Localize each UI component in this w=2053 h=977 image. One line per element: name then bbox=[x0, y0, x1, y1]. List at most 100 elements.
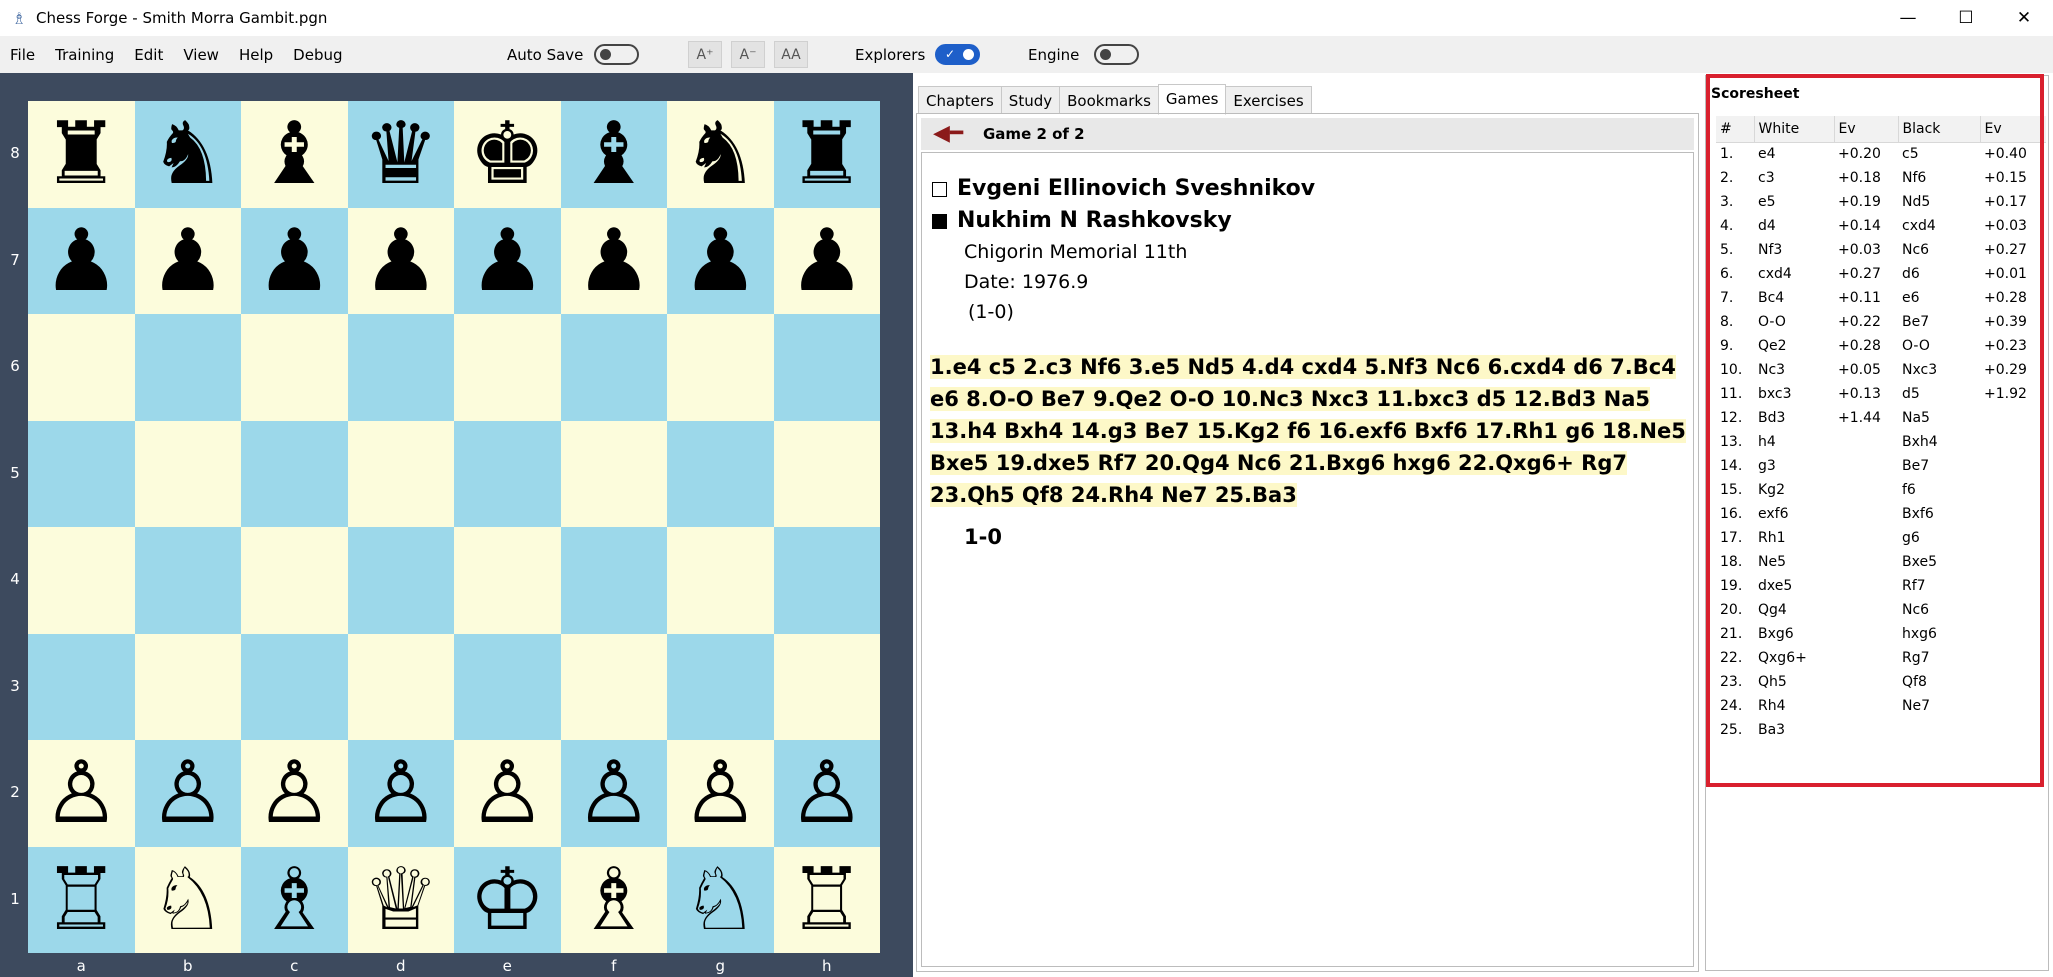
square-f3[interactable] bbox=[560, 633, 667, 740]
square-g3[interactable] bbox=[667, 633, 774, 740]
black-move[interactable]: Bxe5 bbox=[1898, 550, 1980, 574]
black-move[interactable]: cxd4 bbox=[1898, 214, 1980, 238]
square-g8[interactable]: ♞ bbox=[667, 101, 774, 208]
square-d6[interactable] bbox=[347, 314, 454, 421]
tab-exercises[interactable]: Exercises bbox=[1225, 86, 1312, 114]
black-move[interactable]: d6 bbox=[1898, 262, 1980, 286]
square-h4[interactable] bbox=[773, 527, 880, 634]
square-g6[interactable] bbox=[667, 314, 774, 421]
black-move[interactable]: e6 bbox=[1898, 286, 1980, 310]
white-move[interactable]: Rh1 bbox=[1754, 526, 1834, 550]
square-b2[interactable]: ♙ bbox=[134, 740, 241, 847]
white-move[interactable]: d4 bbox=[1754, 214, 1834, 238]
menu-item-file[interactable]: File bbox=[0, 46, 45, 64]
black-move[interactable]: O-O bbox=[1898, 334, 1980, 358]
menu-item-debug[interactable]: Debug bbox=[283, 46, 352, 64]
engine-toggle[interactable] bbox=[1094, 44, 1139, 65]
square-h3[interactable] bbox=[773, 633, 880, 740]
square-e5[interactable] bbox=[454, 420, 561, 527]
square-h7[interactable]: ♟ bbox=[773, 207, 880, 314]
square-a7[interactable]: ♟ bbox=[28, 207, 135, 314]
square-d7[interactable]: ♟ bbox=[347, 207, 454, 314]
white-move[interactable]: Bd3 bbox=[1754, 406, 1834, 430]
square-c2[interactable]: ♙ bbox=[241, 740, 348, 847]
square-e8[interactable]: ♚ bbox=[454, 101, 561, 208]
white-move[interactable]: h4 bbox=[1754, 430, 1834, 454]
square-e6[interactable] bbox=[454, 314, 561, 421]
square-c4[interactable] bbox=[241, 527, 348, 634]
white-move[interactable]: Qg4 bbox=[1754, 598, 1834, 622]
square-c3[interactable] bbox=[241, 633, 348, 740]
black-move[interactable]: Bxh4 bbox=[1898, 430, 1980, 454]
square-b4[interactable] bbox=[134, 527, 241, 634]
square-d5[interactable] bbox=[347, 420, 454, 527]
white-move[interactable]: g3 bbox=[1754, 454, 1834, 478]
square-a3[interactable] bbox=[28, 633, 135, 740]
black-move[interactable]: g6 bbox=[1898, 526, 1980, 550]
black-move[interactable]: Na5 bbox=[1898, 406, 1980, 430]
black-move[interactable]: Ne7 bbox=[1898, 694, 1980, 718]
square-e3[interactable] bbox=[454, 633, 561, 740]
white-move[interactable]: c3 bbox=[1754, 166, 1834, 190]
square-h8[interactable]: ♜ bbox=[773, 101, 880, 208]
autosave-toggle[interactable] bbox=[594, 44, 639, 65]
square-b7[interactable]: ♟ bbox=[134, 207, 241, 314]
menu-item-view[interactable]: View bbox=[173, 46, 229, 64]
explorers-toggle[interactable]: ✓ bbox=[935, 44, 980, 65]
black-move[interactable]: Qf8 bbox=[1898, 670, 1980, 694]
square-d4[interactable] bbox=[347, 527, 454, 634]
maximize-button[interactable]: ☐ bbox=[1937, 0, 1995, 36]
tab-study[interactable]: Study bbox=[1000, 86, 1061, 114]
square-d1[interactable]: ♕ bbox=[347, 846, 454, 953]
square-g1[interactable]: ♘ bbox=[667, 846, 774, 953]
square-e7[interactable]: ♟ bbox=[454, 207, 561, 314]
chess-board[interactable]: ♜ ♞ ♝ ♛ ♚ ♝ ♞ ♜ ♟ ♟ ♟ ♟ ♟ ♟ ♟ ♟ ♙ ♙ ♙ ♙ ♙ ♙ ♙ ♙ ♖ ♘ ♗ ♕ ♔ ♗ ♘ ♖ bbox=[28, 101, 880, 953]
square-g7[interactable]: ♟ bbox=[667, 207, 774, 314]
white-move[interactable]: Qe2 bbox=[1754, 334, 1834, 358]
menu-item-edit[interactable]: Edit bbox=[124, 46, 173, 64]
square-h6[interactable] bbox=[773, 314, 880, 421]
moves-highlight[interactable]: 1.e4 c5 2.c3 Nf6 3.e5 Nd5 4.d4 cxd4 5.Nf… bbox=[930, 355, 1686, 507]
white-move[interactable]: bxc3 bbox=[1754, 382, 1834, 406]
square-d8[interactable]: ♛ bbox=[347, 101, 454, 208]
white-move[interactable]: e4 bbox=[1754, 142, 1834, 166]
white-move[interactable]: Kg2 bbox=[1754, 478, 1834, 502]
square-g2[interactable]: ♙ bbox=[667, 740, 774, 847]
square-a1[interactable]: ♖ bbox=[28, 846, 135, 953]
white-move[interactable]: Nf3 bbox=[1754, 238, 1834, 262]
font-reset-button[interactable]: AA bbox=[774, 41, 808, 68]
square-a8[interactable]: ♜ bbox=[28, 101, 135, 208]
square-f4[interactable] bbox=[560, 527, 667, 634]
black-move[interactable]: Rg7 bbox=[1898, 646, 1980, 670]
square-c5[interactable] bbox=[241, 420, 348, 527]
black-move[interactable]: Nd5 bbox=[1898, 190, 1980, 214]
square-g4[interactable] bbox=[667, 527, 774, 634]
black-move[interactable]: d5 bbox=[1898, 382, 1980, 406]
tab-chapters[interactable]: Chapters bbox=[918, 86, 1002, 114]
square-c6[interactable] bbox=[241, 314, 348, 421]
black-move[interactable]: hxg6 bbox=[1898, 622, 1980, 646]
square-a2[interactable]: ♙ bbox=[28, 740, 135, 847]
square-b6[interactable] bbox=[134, 314, 241, 421]
square-b3[interactable] bbox=[134, 633, 241, 740]
black-move[interactable]: Nc6 bbox=[1898, 238, 1980, 262]
square-b1[interactable]: ♘ bbox=[134, 846, 241, 953]
square-e1[interactable]: ♔ bbox=[454, 846, 561, 953]
white-move[interactable]: exf6 bbox=[1754, 502, 1834, 526]
square-a6[interactable] bbox=[28, 314, 135, 421]
font-decrease-button[interactable]: A⁻ bbox=[731, 41, 765, 68]
black-move[interactable]: Nxc3 bbox=[1898, 358, 1980, 382]
move-text[interactable]: 1.e4 c5 2.c3 Nf6 3.e5 Nd5 4.d4 cxd4 5.Nf… bbox=[930, 351, 1690, 511]
square-h1[interactable]: ♖ bbox=[773, 846, 880, 953]
black-move[interactable]: Nf6 bbox=[1898, 166, 1980, 190]
black-move[interactable]: f6 bbox=[1898, 478, 1980, 502]
square-f2[interactable]: ♙ bbox=[560, 740, 667, 847]
square-c8[interactable]: ♝ bbox=[241, 101, 348, 208]
square-f8[interactable]: ♝ bbox=[560, 101, 667, 208]
white-move[interactable]: Ba3 bbox=[1754, 718, 1834, 742]
white-move[interactable]: Qh5 bbox=[1754, 670, 1834, 694]
menu-item-help[interactable]: Help bbox=[229, 46, 283, 64]
black-move[interactable]: c5 bbox=[1898, 142, 1980, 166]
white-move[interactable]: Bc4 bbox=[1754, 286, 1834, 310]
square-g5[interactable] bbox=[667, 420, 774, 527]
